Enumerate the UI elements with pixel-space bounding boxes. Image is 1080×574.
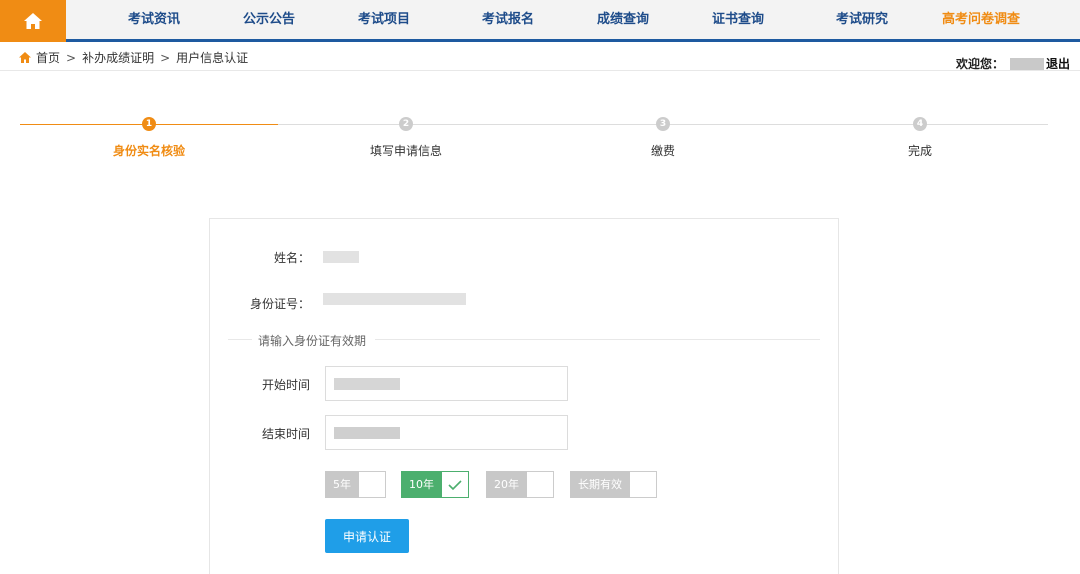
step-4-dot: 4: [913, 117, 927, 131]
period-option-5-years[interactable]: 5年: [325, 471, 386, 498]
nav-item-exam-news[interactable]: 考试资讯: [128, 0, 180, 40]
home-icon: [19, 52, 31, 63]
end-date-label: 结束时间: [261, 427, 310, 441]
legend-line-right: [375, 339, 820, 340]
breadcrumb-home[interactable]: 首页: [36, 49, 60, 66]
user-welcome: 欢迎您： 退出: [956, 55, 1070, 72]
period-option-10-years[interactable]: 10年: [401, 471, 469, 498]
logout-link[interactable]: 退出: [1046, 55, 1070, 72]
nav-item-announcements[interactable]: 公示公告: [243, 0, 295, 40]
top-nav: 考试资讯 公示公告 考试项目 考试报名 成绩查询 证书查询 考试研究 高考问卷调…: [0, 0, 1080, 42]
end-date-input[interactable]: [325, 415, 568, 450]
period-option-label: 10年: [401, 471, 442, 498]
identity-form-card: 姓名： 身份证号： 请输入身份证有效期 开始时间 结束时间 5年 10年 20年…: [209, 218, 839, 574]
breadcrumb-reissue-certificate[interactable]: 补办成绩证明: [82, 49, 154, 66]
period-option-label: 20年: [486, 471, 527, 498]
step-3-dot: 3: [656, 117, 670, 131]
period-option-long-term[interactable]: 长期有效: [570, 471, 657, 498]
home-button[interactable]: [0, 0, 66, 42]
masked-name-value: [323, 251, 359, 263]
home-icon: [24, 13, 42, 29]
period-checkbox: [442, 471, 469, 498]
nav-item-certificate-query[interactable]: 证书查询: [712, 0, 764, 40]
step-1-dot: 1: [142, 117, 156, 131]
period-option-20-years[interactable]: 20年: [486, 471, 554, 498]
step-3-label: 缴费: [650, 144, 676, 158]
breadcrumb: 首页 > 补办成绩证明 > 用户信息认证: [18, 49, 248, 66]
apply-verification-button[interactable]: 申请认证: [325, 519, 409, 553]
step-1-label: 身份实名核验: [112, 144, 186, 158]
step-4-label: 完成: [907, 144, 933, 158]
masked-start-date: [334, 378, 400, 390]
breadcrumb-current: 用户信息认证: [176, 51, 249, 65]
validity-section-legend: 请输入身份证有效期: [254, 332, 371, 349]
masked-id-value: [323, 293, 466, 305]
step-2-label: 填写申请信息: [369, 144, 443, 158]
name-label: 姓名：: [273, 251, 310, 265]
period-checkbox: [527, 471, 554, 498]
check-icon: [448, 479, 462, 490]
breadcrumb-bar: 首页 > 补办成绩证明 > 用户信息认证 欢迎您： 退出: [0, 45, 1080, 71]
masked-username: [1009, 57, 1044, 70]
id-number-label: 身份证号：: [249, 297, 310, 311]
progress-steps: 1 2 3 4 身份实名核验 填写申请信息 缴费 完成: [0, 112, 1080, 172]
masked-end-date: [334, 427, 400, 439]
step-2-dot: 2: [399, 117, 413, 131]
nav-item-exam-research[interactable]: 考试研究: [836, 0, 888, 40]
start-date-input[interactable]: [325, 366, 568, 401]
nav-item-exam-projects[interactable]: 考试项目: [358, 0, 410, 40]
period-checkbox: [359, 471, 386, 498]
start-date-label: 开始时间: [261, 378, 310, 392]
period-option-label: 长期有效: [570, 471, 630, 498]
welcome-label: 欢迎您：: [955, 57, 1004, 71]
nav-item-exam-registration[interactable]: 考试报名: [482, 0, 534, 40]
nav-item-score-query[interactable]: 成绩查询: [597, 0, 649, 40]
period-option-label: 5年: [325, 471, 359, 498]
nav-item-survey[interactable]: 高考问卷调查: [942, 0, 1020, 40]
legend-line-left: [228, 339, 252, 340]
breadcrumb-separator: >: [160, 50, 171, 65]
breadcrumb-separator: >: [66, 50, 77, 65]
period-checkbox: [630, 471, 657, 498]
